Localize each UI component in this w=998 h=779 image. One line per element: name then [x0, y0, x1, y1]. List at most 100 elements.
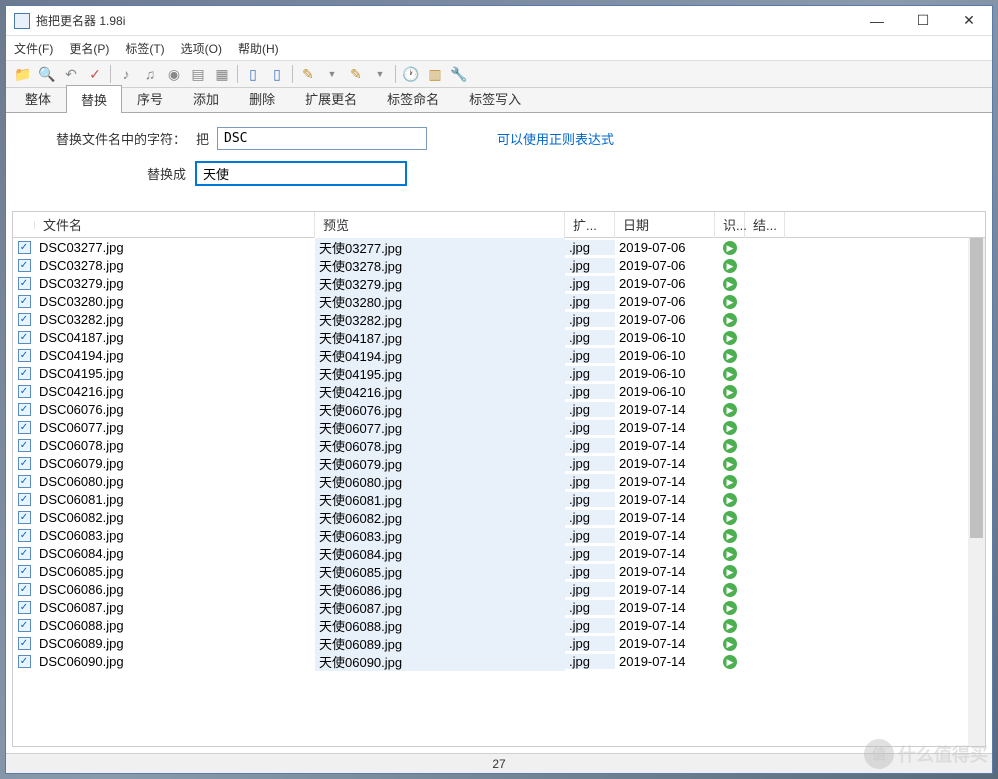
- table-row[interactable]: ✓DSC06089.jpg天使06089.jpg.jpg2019-07-14▶: [13, 634, 985, 652]
- table-row[interactable]: ✓DSC06080.jpg天使06080.jpg.jpg2019-07-14▶: [13, 472, 985, 490]
- table-row[interactable]: ✓DSC06085.jpg天使06085.jpg.jpg2019-07-14▶: [13, 562, 985, 580]
- table-row[interactable]: ✓DSC03280.jpg天使03280.jpg.jpg2019-07-06▶: [13, 292, 985, 310]
- row-checkbox[interactable]: ✓: [18, 241, 31, 254]
- col-result[interactable]: 结...: [745, 211, 785, 238]
- tab-7[interactable]: 标签写入: [454, 84, 536, 112]
- row-checkbox[interactable]: ✓: [18, 637, 31, 650]
- row-checkbox[interactable]: ✓: [18, 313, 31, 326]
- table-row[interactable]: ✓DSC04195.jpg天使04195.jpg.jpg2019-06-10▶: [13, 364, 985, 382]
- regex-link[interactable]: 可以使用正则表达式: [497, 129, 614, 148]
- table-row[interactable]: ✓DSC06077.jpg天使06077.jpg.jpg2019-07-14▶: [13, 418, 985, 436]
- cell-flag: ▶: [715, 545, 745, 562]
- col-flag[interactable]: 识...: [715, 211, 745, 238]
- tab-2[interactable]: 序号: [122, 84, 178, 112]
- list-body[interactable]: ✓DSC03277.jpg天使03277.jpg.jpg2019-07-06▶✓…: [13, 238, 985, 746]
- brush2-icon[interactable]: ✎: [345, 63, 367, 85]
- row-checkbox[interactable]: ✓: [18, 655, 31, 668]
- tab-4[interactable]: 删除: [234, 84, 290, 112]
- row-checkbox[interactable]: ✓: [18, 583, 31, 596]
- table-row[interactable]: ✓DSC03278.jpg天使03278.jpg.jpg2019-07-06▶: [13, 256, 985, 274]
- replace-to-input[interactable]: [196, 162, 406, 185]
- minimize-button[interactable]: —: [854, 6, 900, 36]
- table-row[interactable]: ✓DSC04187.jpg天使04187.jpg.jpg2019-06-10▶: [13, 328, 985, 346]
- table-row[interactable]: ✓DSC06088.jpg天使06088.jpg.jpg2019-07-14▶: [13, 616, 985, 634]
- list-icon[interactable]: ▤: [187, 63, 209, 85]
- open-folder-icon[interactable]: 📁: [12, 63, 34, 85]
- search-icon[interactable]: 🔍: [36, 63, 58, 85]
- table-row[interactable]: ✓DSC06081.jpg天使06081.jpg.jpg2019-07-14▶: [13, 490, 985, 508]
- undo-icon[interactable]: ↶: [60, 63, 82, 85]
- cell-name: DSC06077.jpg: [35, 420, 315, 435]
- music-note-icon[interactable]: ♪: [115, 63, 137, 85]
- table-row[interactable]: ✓DSC06079.jpg天使06079.jpg.jpg2019-07-14▶: [13, 454, 985, 472]
- row-checkbox[interactable]: ✓: [18, 475, 31, 488]
- row-checkbox[interactable]: ✓: [18, 457, 31, 470]
- vertical-scrollbar[interactable]: [968, 238, 985, 746]
- cell-preview: 天使06080.jpg: [315, 472, 565, 491]
- table-row[interactable]: ✓DSC03279.jpg天使03279.jpg.jpg2019-07-06▶: [13, 274, 985, 292]
- table-row[interactable]: ✓DSC06090.jpg天使06090.jpg.jpg2019-07-14▶: [13, 652, 985, 670]
- col-filename[interactable]: 文件名: [35, 211, 315, 238]
- table-row[interactable]: ✓DSC06076.jpg天使06076.jpg.jpg2019-07-14▶: [13, 400, 985, 418]
- tab-3[interactable]: 添加: [178, 84, 234, 112]
- doc2-icon[interactable]: ▯: [266, 63, 288, 85]
- row-checkbox[interactable]: ✓: [18, 277, 31, 290]
- table-row[interactable]: ✓DSC06078.jpg天使06078.jpg.jpg2019-07-14▶: [13, 436, 985, 454]
- row-checkbox[interactable]: ✓: [18, 403, 31, 416]
- row-checkbox[interactable]: ✓: [18, 259, 31, 272]
- check-icon[interactable]: ✓: [84, 63, 106, 85]
- row-checkbox[interactable]: ✓: [18, 547, 31, 560]
- dropdown1-icon[interactable]: ▼: [321, 63, 343, 85]
- row-checkbox[interactable]: ✓: [18, 421, 31, 434]
- maximize-button[interactable]: ☐: [900, 6, 946, 36]
- table-row[interactable]: ✓DSC03277.jpg天使03277.jpg.jpg2019-07-06▶: [13, 238, 985, 256]
- cell-date: 2019-07-14: [615, 402, 715, 417]
- col-preview[interactable]: 预览: [315, 211, 565, 238]
- row-checkbox[interactable]: ✓: [18, 529, 31, 542]
- row-checkbox[interactable]: ✓: [18, 349, 31, 362]
- col-check[interactable]: [13, 221, 35, 229]
- row-checkbox[interactable]: ✓: [18, 331, 31, 344]
- music-note2-icon[interactable]: ♫: [139, 63, 161, 85]
- tab-5[interactable]: 扩展更名: [290, 84, 372, 112]
- wrench-icon[interactable]: 🔧: [448, 63, 470, 85]
- doc1-icon[interactable]: ▯: [242, 63, 264, 85]
- cell-ext: .jpg: [565, 456, 615, 471]
- row-checkbox[interactable]: ✓: [18, 295, 31, 308]
- menu-file[interactable]: 文件(F): [14, 40, 53, 57]
- grid-icon[interactable]: ▦: [211, 63, 233, 85]
- tab-6[interactable]: 标签命名: [372, 84, 454, 112]
- col-ext[interactable]: 扩...: [565, 211, 615, 238]
- table-row[interactable]: ✓DSC06087.jpg天使06087.jpg.jpg2019-07-14▶: [13, 598, 985, 616]
- scrollbar-thumb[interactable]: [970, 238, 983, 538]
- menu-help[interactable]: 帮助(H): [238, 40, 279, 57]
- columns-icon[interactable]: ▥: [424, 63, 446, 85]
- table-row[interactable]: ✓DSC04216.jpg天使04216.jpg.jpg2019-06-10▶: [13, 382, 985, 400]
- row-checkbox[interactable]: ✓: [18, 439, 31, 452]
- dropdown2-icon[interactable]: ▼: [369, 63, 391, 85]
- row-checkbox[interactable]: ✓: [18, 601, 31, 614]
- close-button[interactable]: ✕: [946, 6, 992, 36]
- tab-1[interactable]: 替换: [66, 85, 122, 113]
- table-row[interactable]: ✓DSC06083.jpg天使06083.jpg.jpg2019-07-14▶: [13, 526, 985, 544]
- table-row[interactable]: ✓DSC03282.jpg天使03282.jpg.jpg2019-07-06▶: [13, 310, 985, 328]
- row-checkbox[interactable]: ✓: [18, 565, 31, 578]
- menu-tag[interactable]: 标签(T): [125, 40, 164, 57]
- row-checkbox[interactable]: ✓: [18, 619, 31, 632]
- row-checkbox[interactable]: ✓: [18, 367, 31, 380]
- replace-from-input[interactable]: [217, 127, 427, 150]
- table-row[interactable]: ✓DSC04194.jpg天使04194.jpg.jpg2019-06-10▶: [13, 346, 985, 364]
- row-checkbox[interactable]: ✓: [18, 511, 31, 524]
- menu-options[interactable]: 选项(O): [181, 40, 222, 57]
- col-date[interactable]: 日期: [615, 211, 715, 238]
- brush1-icon[interactable]: ✎: [297, 63, 319, 85]
- row-checkbox[interactable]: ✓: [18, 385, 31, 398]
- menu-rename[interactable]: 更名(P): [69, 40, 109, 57]
- table-row[interactable]: ✓DSC06086.jpg天使06086.jpg.jpg2019-07-14▶: [13, 580, 985, 598]
- clock-icon[interactable]: 🕐: [400, 63, 422, 85]
- table-row[interactable]: ✓DSC06082.jpg天使06082.jpg.jpg2019-07-14▶: [13, 508, 985, 526]
- tab-0[interactable]: 整体: [10, 84, 66, 112]
- row-checkbox[interactable]: ✓: [18, 493, 31, 506]
- disc-icon[interactable]: ◉: [163, 63, 185, 85]
- table-row[interactable]: ✓DSC06084.jpg天使06084.jpg.jpg2019-07-14▶: [13, 544, 985, 562]
